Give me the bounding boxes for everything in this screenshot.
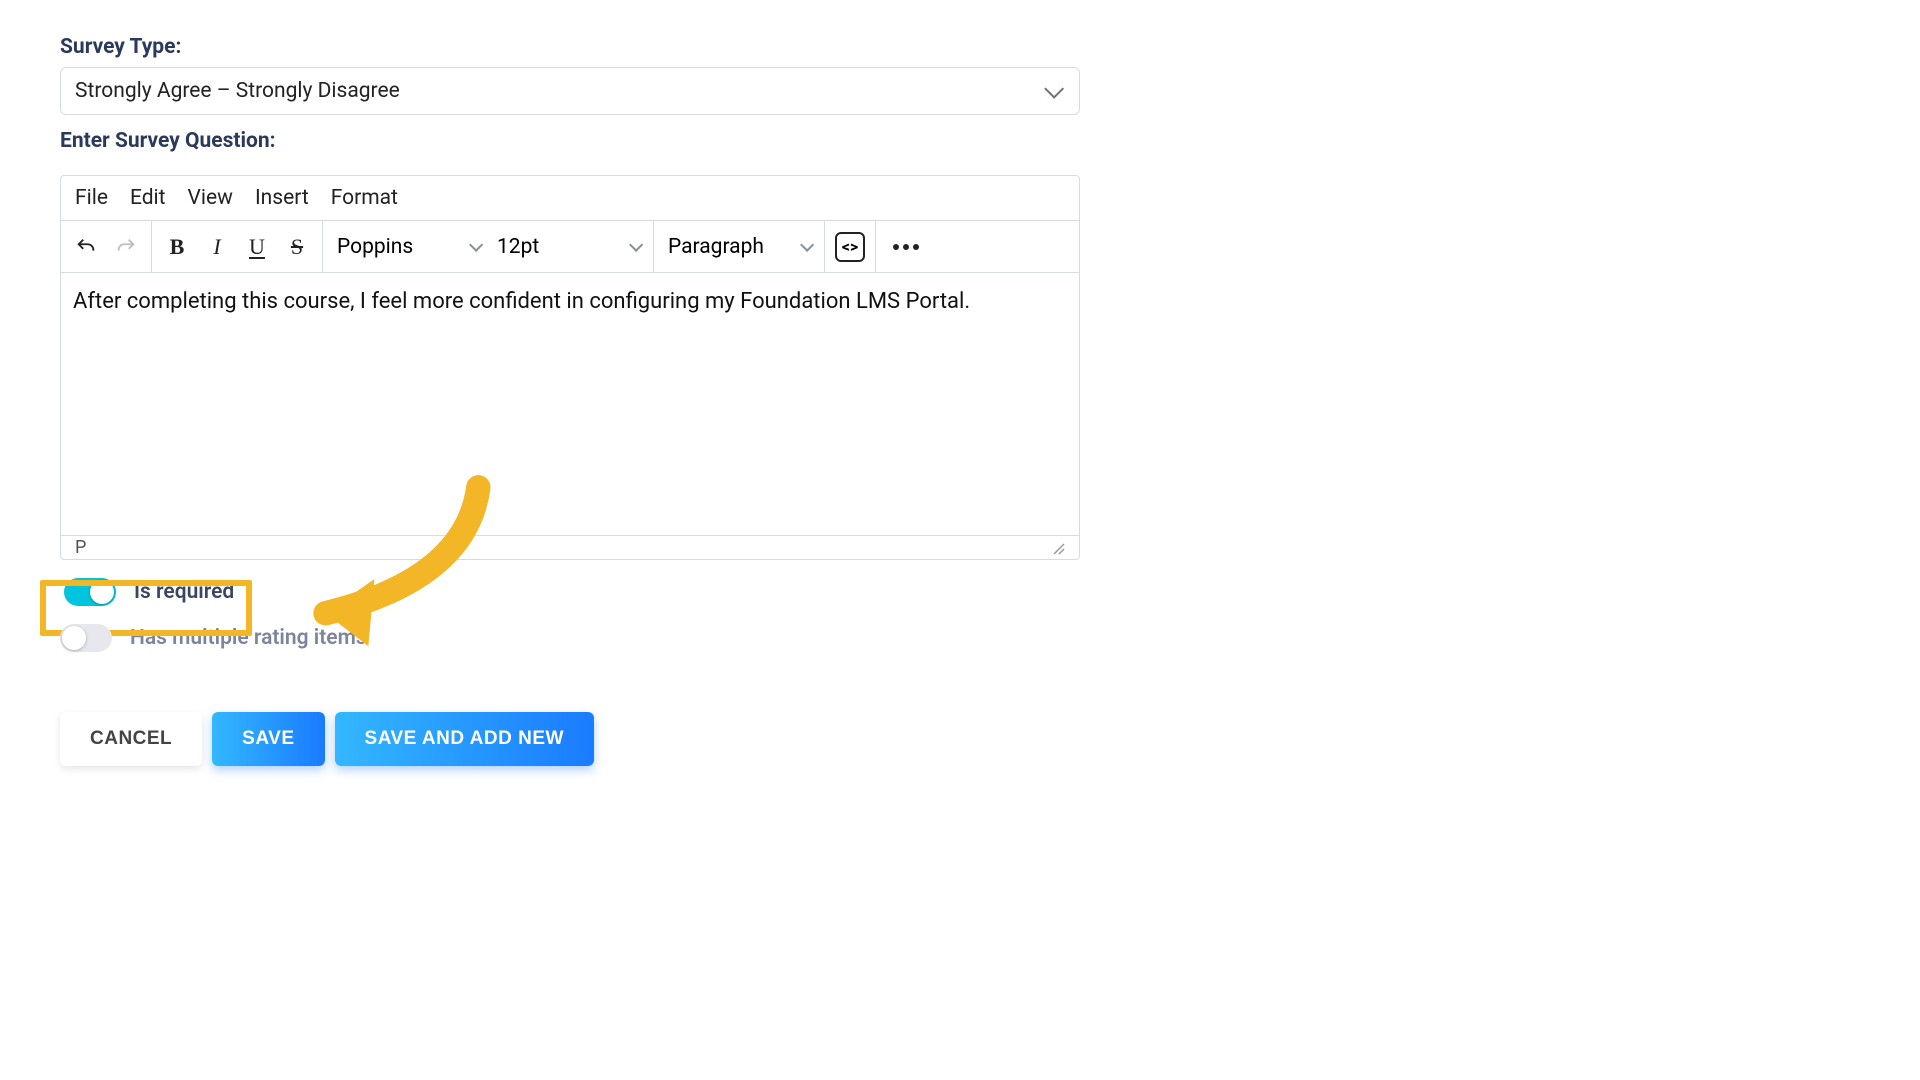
rich-text-editor: File Edit View Insert Format B I U S <box>60 175 1080 560</box>
survey-type-label: Survey Type: <box>60 35 1110 59</box>
menu-file[interactable]: File <box>75 186 108 210</box>
menu-edit[interactable]: Edit <box>130 186 166 210</box>
font-size-dropdown[interactable]: 12pt <box>493 235 643 259</box>
undo-icon <box>75 236 97 258</box>
chevron-down-icon <box>800 237 814 251</box>
survey-type-dropdown-wrap: Strongly Agree – Strongly Disagree <box>60 67 1080 115</box>
survey-type-selected: Strongly Agree – Strongly Disagree <box>75 79 400 103</box>
save-add-new-button[interactable]: SAVE AND ADD NEW <box>335 712 594 766</box>
code-icon: <> <box>842 237 858 256</box>
toolbar-block-group: Paragraph <box>654 221 825 272</box>
toolbar-format-group: B I U S <box>152 221 323 272</box>
menu-format[interactable]: Format <box>331 186 398 210</box>
has-multiple-label: Has multiple rating items <box>130 626 367 650</box>
is-required-label: Is required <box>134 580 234 604</box>
is-required-row: Is required <box>60 574 1110 610</box>
strikethrough-button[interactable]: S <box>282 232 312 262</box>
save-button[interactable]: SAVE <box>212 712 324 766</box>
editor-menubar: File Edit View Insert Format <box>61 176 1079 221</box>
chevron-down-icon <box>1044 79 1064 99</box>
chevron-down-icon <box>629 237 643 251</box>
toolbar-font-group: Poppins 12pt <box>323 221 654 272</box>
menu-insert[interactable]: Insert <box>255 186 309 210</box>
redo-icon <box>115 236 137 258</box>
redo-button[interactable] <box>111 232 141 262</box>
editor-content[interactable]: After completing this course, I feel mor… <box>61 273 1079 535</box>
toolbar-code-group: <> <box>825 221 876 272</box>
is-required-toggle[interactable] <box>64 578 116 606</box>
menu-view[interactable]: View <box>188 186 233 210</box>
editor-element-path: P <box>75 537 86 558</box>
underline-button[interactable]: U <box>242 232 272 262</box>
undo-button[interactable] <box>71 232 101 262</box>
toolbar-history-group <box>61 221 152 272</box>
toolbar-more-group <box>876 221 936 272</box>
form-actions: CANCEL SAVE SAVE AND ADD NEW <box>60 712 1110 766</box>
dot-icon <box>913 244 919 250</box>
bold-button[interactable]: B <box>162 232 192 262</box>
block-format-value: Paragraph <box>668 235 764 259</box>
block-format-dropdown[interactable]: Paragraph <box>664 235 814 259</box>
source-code-button[interactable]: <> <box>835 232 865 262</box>
font-family-dropdown[interactable]: Poppins <box>333 235 483 259</box>
survey-type-dropdown[interactable]: Strongly Agree – Strongly Disagree <box>60 67 1080 115</box>
dot-icon <box>903 244 909 250</box>
has-multiple-toggle[interactable] <box>60 624 112 652</box>
editor-toolbar: B I U S Poppins 12pt Paragraph <box>61 221 1079 273</box>
chevron-down-icon <box>469 237 483 251</box>
font-family-value: Poppins <box>337 235 413 259</box>
cancel-button[interactable]: CANCEL <box>60 712 202 766</box>
resize-icon <box>1051 541 1065 555</box>
editor-statusbar: P <box>61 535 1079 559</box>
survey-form: Survey Type: Strongly Agree – Strongly D… <box>0 0 1110 766</box>
italic-button[interactable]: I <box>202 232 232 262</box>
font-size-value: 12pt <box>497 235 539 259</box>
dot-icon <box>893 244 899 250</box>
survey-question-label: Enter Survey Question: <box>60 129 1110 153</box>
has-multiple-row: Has multiple rating items <box>60 624 1110 652</box>
more-button[interactable] <box>886 232 926 262</box>
resize-handle[interactable] <box>1051 541 1065 555</box>
